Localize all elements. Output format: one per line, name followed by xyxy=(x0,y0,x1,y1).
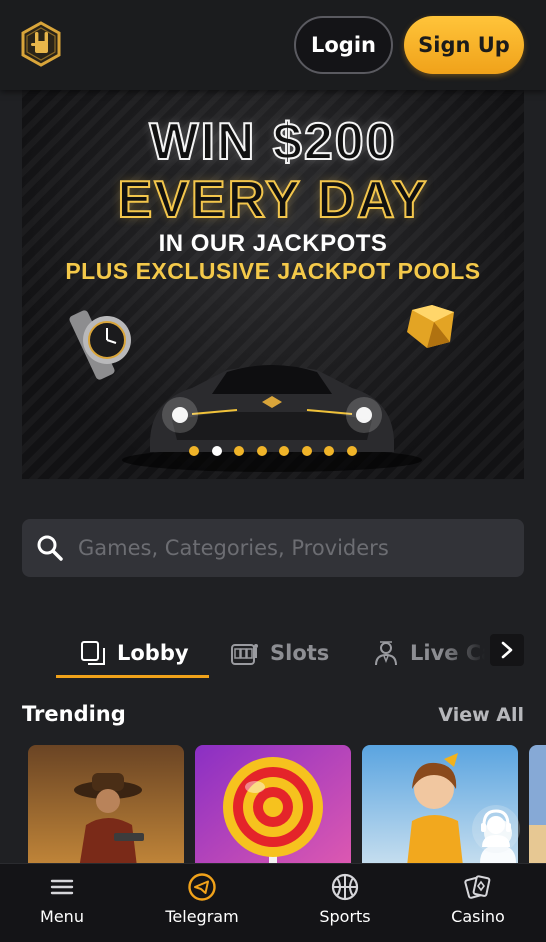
casino-cards-icon xyxy=(464,875,491,899)
trending-title: Trending xyxy=(22,702,126,726)
headset-support-icon xyxy=(472,805,520,853)
view-all-link[interactable]: View All xyxy=(436,704,524,726)
tab-fade-overlay xyxy=(440,627,490,679)
hamburger-menu-icon xyxy=(50,879,74,895)
game-card-partial[interactable] xyxy=(529,745,546,875)
banner-text-jackpots: IN OUR JACKPOTS xyxy=(158,230,388,257)
tab-label: Lobby xyxy=(117,641,189,665)
nav-casino-label: Casino xyxy=(451,907,505,926)
banner-text-pools: PLUS EXCLUSIVE JACKPOT POOLS xyxy=(65,258,481,284)
bottom-navigation: Menu Telegram Sports Casino xyxy=(0,863,546,942)
tab-slots[interactable]: Slots xyxy=(230,627,329,679)
gold-gem-icon xyxy=(407,305,454,348)
signup-button[interactable]: Sign Up xyxy=(404,16,524,74)
promo-banner[interactable]: WIN $200 EVERY DAY IN OUR JACKPOTS PLUS … xyxy=(22,90,524,479)
nav-sports[interactable]: Sports xyxy=(305,864,385,942)
search-input[interactable] xyxy=(78,519,508,577)
slot-machine-icon xyxy=(231,643,258,665)
search-icon xyxy=(37,535,63,561)
banner-headline: WIN $200 xyxy=(148,112,397,172)
nav-menu[interactable]: Menu xyxy=(22,864,102,942)
top-header: Login Sign Up xyxy=(0,0,546,90)
basketball-icon xyxy=(331,873,359,901)
partial-game-thumbnail xyxy=(529,745,546,875)
app-root: Login Sign Up WIN $200 EVERY DAY IN OUR … xyxy=(0,0,546,942)
support-chat-button[interactable] xyxy=(470,803,522,855)
carousel-dot[interactable] xyxy=(211,446,222,456)
carousel-dot[interactable] xyxy=(256,446,267,456)
live-dealer-icon xyxy=(375,641,397,666)
watch-icon xyxy=(69,310,131,380)
login-button[interactable]: Login xyxy=(294,16,393,74)
carousel-dot[interactable] xyxy=(346,446,357,456)
rock-hand-hexagon-logo xyxy=(21,21,61,67)
active-tab-indicator xyxy=(56,675,209,678)
search-bar xyxy=(22,519,524,577)
site-logo[interactable] xyxy=(20,21,62,67)
carousel-dot[interactable] xyxy=(324,446,335,456)
carousel-dot[interactable] xyxy=(301,446,312,456)
nav-menu-label: Menu xyxy=(40,907,84,926)
nav-telegram-label: Telegram xyxy=(165,907,239,926)
game-card-cowboy[interactable] xyxy=(28,745,184,875)
cowboy-game-thumbnail xyxy=(28,745,184,875)
nav-sports-label: Sports xyxy=(319,907,371,926)
lollipop-game-thumbnail xyxy=(195,745,351,875)
carousel-dot[interactable] xyxy=(189,446,200,456)
carousel-dot[interactable] xyxy=(234,446,245,456)
banner-subheadline: EVERY DAY xyxy=(117,170,429,230)
lobby-icon xyxy=(81,640,105,665)
tab-lobby[interactable]: Lobby xyxy=(80,627,189,679)
tab-scroll-right-button[interactable] xyxy=(490,634,524,666)
telegram-icon xyxy=(188,873,216,901)
carousel-dot[interactable] xyxy=(279,446,290,456)
nav-casino[interactable]: Casino xyxy=(438,864,518,942)
chevron-right-icon xyxy=(501,641,513,659)
tab-label: Slots xyxy=(270,641,330,665)
nav-telegram[interactable]: Telegram xyxy=(157,864,247,942)
carousel-dots xyxy=(22,444,524,458)
game-card-lollipop[interactable] xyxy=(195,745,351,875)
